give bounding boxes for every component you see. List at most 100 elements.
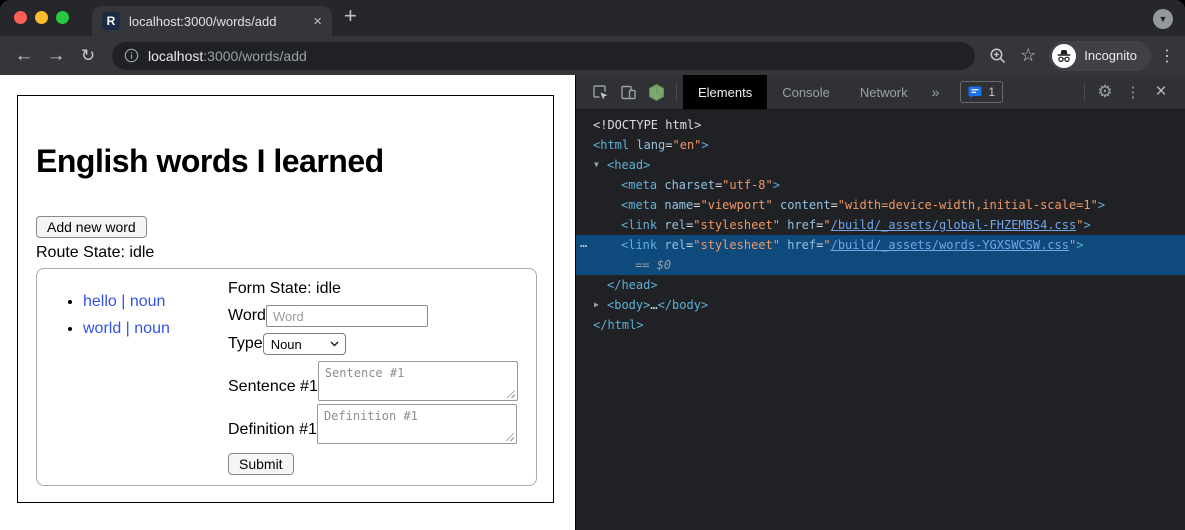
code-token: <meta [621, 178, 657, 192]
collapse-arrow-icon[interactable]: ▶ [594, 295, 599, 315]
code-line[interactable]: == $0 [576, 255, 1185, 275]
add-new-word-button[interactable]: Add new word [36, 216, 147, 238]
word-list-item: hello | noun [83, 293, 228, 311]
inspect-element-icon[interactable] [586, 78, 614, 106]
tab-close-icon[interactable]: × [313, 14, 322, 29]
code-line[interactable]: <html lang="en"> [576, 135, 1185, 155]
code-token: </body> [658, 298, 709, 312]
code-line[interactable]: </html> [576, 315, 1185, 335]
code-token: <!DOCTYPE html> [593, 118, 701, 132]
window-controls [14, 11, 69, 24]
code-token: <link [621, 218, 657, 232]
code-token: /build/_assets/words-YGXSWCSW.css [831, 238, 1069, 252]
remix-favicon-icon: R [102, 12, 120, 30]
code-token: href [787, 218, 816, 232]
more-tabs-icon[interactable]: » [923, 84, 949, 100]
code-token: > [1083, 218, 1090, 232]
code-line[interactable]: <link rel="stylesheet" href="/build/_ass… [576, 215, 1185, 235]
devtools-tab-elements[interactable]: Elements [683, 75, 767, 109]
url-text: localhost:3000/words/add [148, 48, 307, 64]
type-row: Type Noun [228, 333, 518, 355]
back-button[interactable]: ← [8, 46, 40, 65]
word-input[interactable] [266, 305, 428, 327]
form-state-text: Form State: idle [228, 280, 518, 298]
sentence-row: Sentence #1 [228, 361, 518, 401]
code-token: charset [664, 178, 715, 192]
code-token: lang [636, 138, 665, 152]
close-window-button[interactable] [14, 11, 27, 24]
code-token: == [635, 258, 657, 272]
devtools-close-icon[interactable]: × [1147, 78, 1175, 106]
code-token: <meta [621, 198, 657, 212]
incognito-badge[interactable]: Incognito [1049, 41, 1151, 71]
code-token: "stylesheet" [693, 238, 780, 252]
reload-button[interactable]: ↻ [72, 47, 104, 64]
code-line[interactable]: <meta charset="utf-8"> [576, 175, 1185, 195]
devtools-tab-network[interactable]: Network [845, 75, 923, 109]
code-line[interactable]: ▼ <head> [576, 155, 1185, 175]
browser-menu-icon[interactable]: ⋮ [1157, 46, 1177, 66]
word-link[interactable]: world | noun [83, 320, 170, 337]
devtools-panel: ElementsConsoleNetwork » 1 ⚙ ⋮ × <!DOCTY… [575, 75, 1185, 530]
maximize-window-button[interactable] [56, 11, 69, 24]
settings-gear-icon[interactable]: ⚙ [1091, 78, 1119, 106]
devtools-toolbar: ElementsConsoleNetwork » 1 ⚙ ⋮ × [576, 75, 1185, 110]
zoom-icon[interactable] [983, 47, 1013, 65]
word-list: hello | noun world | noun [37, 293, 228, 485]
code-token: $0 [657, 258, 671, 272]
bookmark-star-icon[interactable]: ☆ [1013, 45, 1043, 66]
address-bar[interactable]: localhost:3000/words/add [112, 42, 975, 70]
code-line[interactable]: </head> [576, 275, 1185, 295]
more-actions-marker[interactable]: … [580, 233, 588, 253]
code-line[interactable]: <!DOCTYPE html> [576, 115, 1185, 135]
definition-textarea[interactable] [317, 404, 517, 444]
add-word-form: Form State: idle Word Type Noun [228, 269, 518, 485]
sentence-textarea[interactable] [318, 361, 518, 401]
devtools-tab-console[interactable]: Console [767, 75, 845, 109]
code-line[interactable]: <meta name="viewport" content="width=dev… [576, 195, 1185, 215]
devtools-tabs: ElementsConsoleNetwork [683, 75, 923, 109]
code-line[interactable]: ▶<body>…</body> [576, 295, 1185, 315]
code-token: "width=device-width,initial-scale=1" [838, 198, 1098, 212]
url-host: localhost [148, 48, 203, 64]
submit-button[interactable]: Submit [228, 453, 294, 475]
sentence-label: Sentence #1 [228, 378, 318, 396]
tab-overflow-chevron-icon[interactable]: ▼ [1153, 9, 1173, 29]
browser-window: R localhost:3000/words/add × + ▼ ← → ↻ l… [0, 0, 1185, 530]
code-token: <link [621, 238, 657, 252]
definition-row: Definition #1 [228, 404, 518, 444]
incognito-label: Incognito [1084, 48, 1137, 63]
code-token: <head> [607, 158, 650, 172]
browser-tab[interactable]: R localhost:3000/words/add × [92, 6, 332, 36]
devtools-menu-icon[interactable]: ⋮ [1119, 78, 1147, 106]
code-token: </html> [593, 318, 644, 332]
minimize-window-button[interactable] [35, 11, 48, 24]
incognito-avatar [1052, 44, 1076, 68]
new-tab-button[interactable]: + [344, 3, 357, 29]
device-toolbar-icon[interactable] [614, 78, 642, 106]
code-token: … [650, 298, 657, 312]
issues-badge[interactable]: 1 [960, 81, 1003, 103]
toolbar-divider [1084, 83, 1085, 101]
page-title: English words I learned [36, 143, 384, 180]
code-token: <html [593, 138, 629, 152]
word-link[interactable]: hello | noun [83, 293, 165, 310]
word-row: Word [228, 305, 518, 327]
code-token [773, 198, 780, 212]
code-token: = [665, 138, 672, 152]
code-token: rel [664, 238, 686, 252]
extension-hexagon-icon[interactable] [642, 78, 670, 106]
code-token: name [664, 198, 693, 212]
code-line[interactable]: …<link rel="stylesheet" href="/build/_as… [576, 235, 1185, 255]
expand-arrow-icon[interactable]: ▼ [594, 155, 599, 175]
code-token: " [823, 238, 830, 252]
code-token: "en" [673, 138, 702, 152]
site-info-icon[interactable] [124, 48, 139, 63]
code-token: = [831, 198, 838, 212]
code-token: > [773, 178, 780, 192]
chevron-down-icon [330, 341, 339, 347]
type-select[interactable]: Noun [263, 333, 346, 355]
code-token: "viewport" [701, 198, 773, 212]
code-token: </head> [607, 278, 658, 292]
forward-button[interactable]: → [40, 46, 72, 65]
